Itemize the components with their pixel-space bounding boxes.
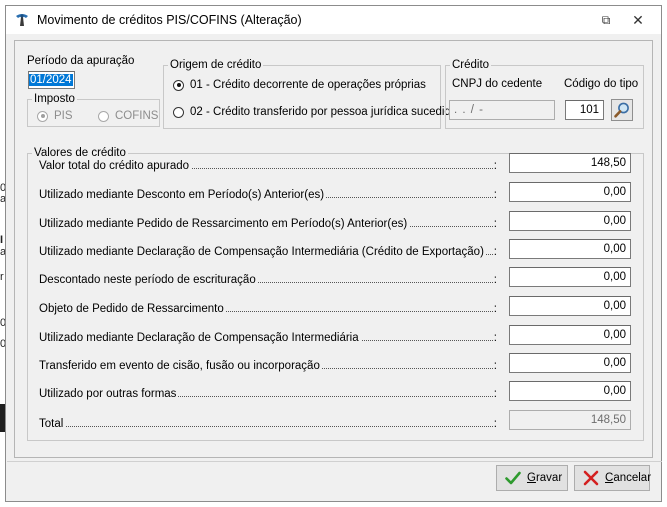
desconto-anterior-input[interactable]: 0,00 xyxy=(509,182,631,202)
compensacao-intermediaria-input[interactable]: 0,00 xyxy=(509,325,631,345)
compensacao-exportacao-input[interactable]: 0,00 xyxy=(509,239,631,259)
footer-separator xyxy=(7,461,662,462)
restore-button[interactable]: ⧉ xyxy=(597,11,615,29)
origem-group: Origem de crédito xyxy=(163,59,441,129)
cnpj-label: CNPJ do cedente xyxy=(452,78,543,90)
codigo-input[interactable]: 101 xyxy=(565,100,604,120)
radio-icon xyxy=(173,79,184,91)
magnifier-icon xyxy=(614,102,629,118)
radio-origem-01[interactable]: 01 - Crédito decorrente de operações pró… xyxy=(173,79,426,91)
imposto-legend: Imposto xyxy=(34,93,75,105)
periodo-label: Período da apuração xyxy=(27,55,135,67)
descontado-periodo-input[interactable]: 0,00 xyxy=(509,267,631,287)
gravar-button[interactable]: Gravar xyxy=(496,465,568,491)
total-input: 148,50 xyxy=(509,410,631,430)
valor-row-label: Objeto de Pedido de Ressarcimento: xyxy=(39,303,497,315)
check-icon xyxy=(505,471,521,485)
valor-row-label: Utilizado mediante Desconto em Período(s… xyxy=(39,189,497,201)
valor-row-label: Transferido em evento de cisão, fusão ou… xyxy=(39,360,497,372)
window-title: Movimento de créditos PIS/COFINS (Altera… xyxy=(37,13,302,27)
valores-legend: Valores de crédito xyxy=(34,147,126,159)
valor-row-label: Utilizado mediante Declaração de Compens… xyxy=(39,246,497,258)
outras-formas-input[interactable]: 0,00 xyxy=(509,381,631,401)
credito-legend: Crédito xyxy=(452,59,490,71)
search-button[interactable] xyxy=(611,99,633,121)
valor-row-label: Utilizado por outras formas: xyxy=(39,388,497,400)
ressarcimento-anterior-input[interactable]: 0,00 xyxy=(509,211,631,231)
dialog-window: Movimento de créditos PIS/COFINS (Altera… xyxy=(5,5,662,502)
cancel-x-icon xyxy=(583,470,599,486)
radio-icon xyxy=(173,106,184,118)
close-button[interactable]: ✕ xyxy=(629,11,647,29)
radio-icon xyxy=(98,110,109,122)
radio-pis[interactable]: PIS xyxy=(37,110,73,122)
cnpj-input[interactable]: . . / - xyxy=(449,100,555,120)
radio-cofins[interactable]: COFINS xyxy=(98,110,158,122)
valor-row-label: Valor total do crédito apurado: xyxy=(39,160,497,172)
app-icon xyxy=(16,14,28,26)
radio-origem-02[interactable]: 02 - Crédito transferido por pessoa jurí… xyxy=(173,106,457,118)
valor-row-label: Utilizado mediante Declaração de Compens… xyxy=(39,332,497,344)
valor-row-label: Descontado neste período de escrituração… xyxy=(39,274,497,286)
origem-legend: Origem de crédito xyxy=(170,59,262,71)
periodo-input[interactable]: 01/2024 xyxy=(28,71,75,89)
total-row-label: Total: xyxy=(39,418,497,430)
cancelar-button[interactable]: Cancelar xyxy=(574,465,651,491)
codigo-label: Código do tipo xyxy=(564,78,639,90)
radio-icon xyxy=(37,110,48,122)
transferido-cisao-input[interactable]: 0,00 xyxy=(509,353,631,373)
valor-row-label: Utilizado mediante Pedido de Ressarcimen… xyxy=(39,218,497,230)
title-bar[interactable]: Movimento de créditos PIS/COFINS (Altera… xyxy=(6,6,661,34)
form-panel: Período da apuração 01/2024 Imposto PIS … xyxy=(14,40,653,458)
pedido-ressarcimento-input[interactable]: 0,00 xyxy=(509,296,631,316)
valor-total-input[interactable]: 148,50 xyxy=(509,153,631,173)
